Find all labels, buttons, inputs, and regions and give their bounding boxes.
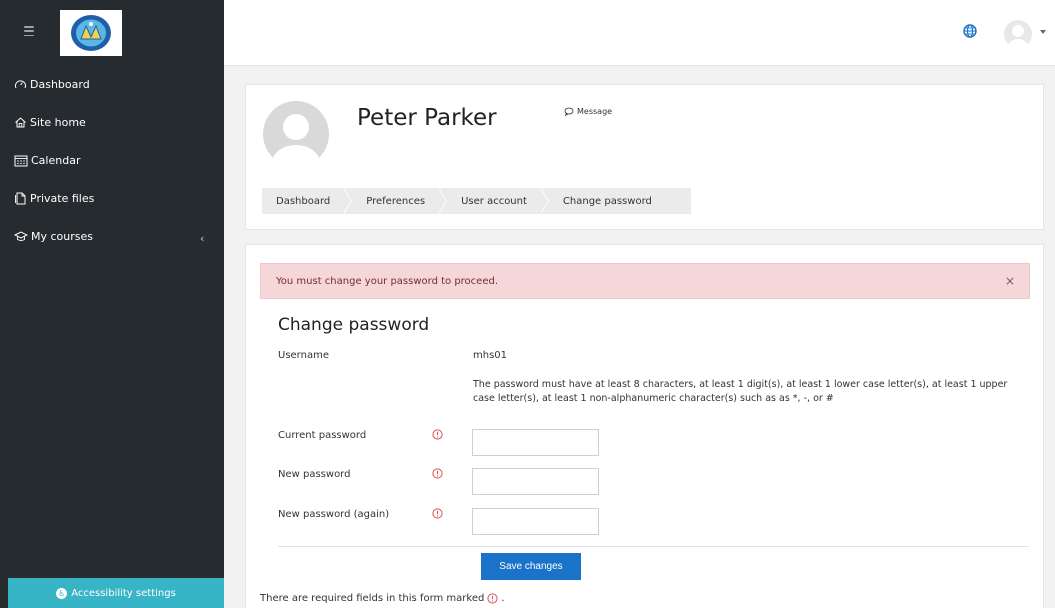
dashboard-icon xyxy=(15,79,26,88)
sidebar-item-label: My courses xyxy=(31,229,93,243)
navbar-sidebar-strip xyxy=(0,0,224,66)
current-password-label: Current password xyxy=(278,430,367,441)
home-icon xyxy=(15,116,26,127)
new-password-field[interactable] xyxy=(472,468,599,495)
password-policy-text: The password must have at least 8 charac… xyxy=(473,379,1008,404)
breadcrumb-item-change-password: Change password xyxy=(562,195,652,207)
change-password-card: You must change your password to proceed… xyxy=(245,244,1044,608)
sidebar-item-calendar[interactable]: Calendar xyxy=(14,150,80,170)
form-divider xyxy=(278,546,1029,547)
message-link[interactable]: Message xyxy=(564,107,612,116)
profile-avatar xyxy=(263,101,329,167)
user-menu-avatar[interactable] xyxy=(1004,20,1032,48)
sidebar-item-label: Private files xyxy=(30,191,95,205)
user-menu-caret-icon[interactable] xyxy=(1040,30,1046,34)
required-icon xyxy=(432,508,443,519)
breadcrumb-item-user-account[interactable]: User account xyxy=(447,196,541,207)
breadcrumb-item-preferences[interactable]: Preferences xyxy=(352,196,439,207)
breadcrumb-separator xyxy=(343,188,353,214)
breadcrumb: Dashboard Preferences User account Chang… xyxy=(262,188,691,214)
sidebar: Dashboard Site home Calendar Private fil… xyxy=(0,66,224,608)
profile-header-card: Peter Parker Message Dashboard Preferenc… xyxy=(245,84,1044,230)
sidebar-item-label: Calendar xyxy=(31,153,81,167)
new-password-label: New password xyxy=(278,469,351,480)
user-silhouette-icon xyxy=(1008,25,1028,48)
language-globe-icon[interactable] xyxy=(963,24,977,38)
alert-close-button[interactable]: × xyxy=(1005,274,1015,288)
speech-bubble-icon xyxy=(564,107,574,116)
username-label: Username xyxy=(278,350,329,361)
current-password-field[interactable] xyxy=(472,429,599,456)
site-logo[interactable] xyxy=(60,10,122,56)
required-fields-note: There are required fields in this form m… xyxy=(260,593,505,604)
required-note-end: . xyxy=(501,593,505,604)
accessibility-settings-button[interactable]: ♿ Accessibility settings xyxy=(8,578,224,608)
file-icon xyxy=(15,192,26,204)
sidebar-item-dashboard[interactable]: Dashboard xyxy=(14,74,90,94)
breadcrumb-item-dashboard[interactable]: Dashboard xyxy=(262,196,344,207)
user-silhouette-icon xyxy=(272,114,320,167)
required-note-text: There are required fields in this form m… xyxy=(260,593,485,604)
sidebar-item-label: Site home xyxy=(30,115,86,129)
top-navbar xyxy=(0,0,1055,66)
calendar-icon xyxy=(14,155,28,166)
sidebar-item-label: Dashboard xyxy=(30,77,90,91)
save-changes-button[interactable]: Save changes xyxy=(481,553,581,580)
password-change-alert: You must change your password to proceed… xyxy=(260,263,1030,299)
user-name-heading: Peter Parker xyxy=(357,105,497,131)
hamburger-menu-icon[interactable] xyxy=(24,26,34,36)
accessibility-icon: ♿ xyxy=(56,587,68,599)
required-icon xyxy=(487,593,498,604)
breadcrumb-separator xyxy=(539,188,549,214)
breadcrumb-separator xyxy=(438,188,448,214)
sidebar-item-my-courses[interactable]: My courses xyxy=(14,226,93,246)
logo-emblem-icon xyxy=(71,15,111,51)
new-password-again-field[interactable] xyxy=(472,508,599,535)
chevron-left-icon[interactable]: ‹ xyxy=(200,232,204,245)
sidebar-item-site-home[interactable]: Site home xyxy=(14,112,86,132)
graduation-cap-icon xyxy=(14,230,28,241)
required-icon xyxy=(432,429,443,440)
accessibility-label: Accessibility settings xyxy=(71,587,176,599)
form-title: Change password xyxy=(278,315,430,335)
new-password-again-label: New password (again) xyxy=(278,509,390,520)
message-label: Message xyxy=(577,107,613,116)
required-icon xyxy=(432,468,443,479)
username-value: mhs01 xyxy=(473,350,508,361)
sidebar-item-private-files[interactable]: Private files xyxy=(14,188,94,208)
alert-message: You must change your password to proceed… xyxy=(276,275,499,287)
